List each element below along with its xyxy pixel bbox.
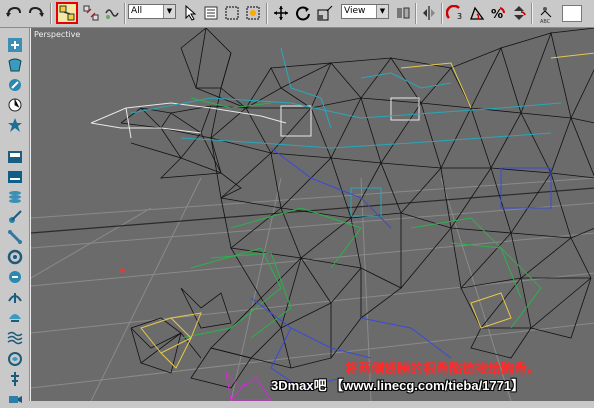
spacewarp-icon[interactable]: [5, 268, 25, 286]
selection-filter-dropdown[interactable]: All ▼: [128, 4, 176, 19]
selection-filter-value: All: [131, 6, 143, 16]
spinner-snap-icon[interactable]: [509, 3, 529, 23]
bone-chain: [90, 97, 420, 139]
render-icon[interactable]: [5, 208, 25, 226]
material-icon[interactable]: [5, 188, 25, 206]
chevron-down-icon: ▼: [376, 5, 388, 18]
pivot-icon[interactable]: [393, 3, 413, 23]
angle-snap-icon[interactable]: [467, 3, 487, 23]
light-icon[interactable]: [5, 370, 25, 388]
window-crossing-icon[interactable]: [243, 3, 263, 23]
snap-icon[interactable]: 3: [445, 3, 465, 23]
utilities-panel-icon[interactable]: [5, 148, 25, 166]
scale-icon[interactable]: [315, 3, 335, 23]
named-selection-field[interactable]: [562, 3, 582, 23]
abc-label: ABC: [540, 19, 551, 25]
particle-icon[interactable]: [5, 308, 25, 326]
redo-icon[interactable]: [26, 3, 46, 23]
select-and-link-icon[interactable]: [56, 2, 78, 24]
command-panel-tabs: [0, 28, 30, 403]
site-watermark: 3Dmax吧 【www.linecg.com/tieba/1771】: [271, 378, 525, 393]
percent-snap-icon[interactable]: %: [488, 3, 508, 23]
viewport-label[interactable]: Perspective: [34, 30, 80, 39]
svg-text:3: 3: [457, 12, 462, 21]
chevron-down-icon: ▼: [163, 5, 175, 18]
system-icon[interactable]: [5, 288, 25, 306]
perspective-viewport[interactable]: Perspective 将两侧翅膀的根骨骼链接给胸骨。 3Dmax吧 【www.…: [30, 28, 594, 401]
mirror-icon[interactable]: [419, 3, 439, 23]
foot-bones: [225, 371, 272, 401]
layers-icon[interactable]: [5, 168, 25, 186]
rotate-icon[interactable]: [293, 3, 313, 23]
create-panel-icon[interactable]: [5, 36, 25, 54]
coord-system-value: View: [344, 6, 366, 16]
move-icon[interactable]: [271, 3, 291, 23]
modify-panel-icon[interactable]: [5, 56, 25, 74]
unlink-icon[interactable]: [81, 3, 101, 23]
helper-icon[interactable]: [5, 248, 25, 266]
reactor-icon[interactable]: [5, 350, 25, 368]
pivot-marker: [119, 268, 125, 274]
display-panel-icon[interactable]: [5, 116, 25, 134]
motion-panel-icon[interactable]: [5, 96, 25, 114]
bone-icon[interactable]: [5, 228, 25, 246]
main-toolbar: All ▼ View ▼ 3 % ABC: [0, 0, 594, 28]
rect-selection-icon[interactable]: [222, 3, 242, 23]
wireframe-scene: [31, 28, 594, 401]
undo-icon[interactable]: [4, 3, 24, 23]
hierarchy-panel-icon[interactable]: [5, 76, 25, 94]
coord-system-dropdown[interactable]: View ▼: [341, 4, 389, 19]
camera-icon[interactable]: [5, 390, 25, 408]
dynamics-icon[interactable]: [5, 328, 25, 346]
select-by-name-icon[interactable]: [201, 3, 221, 23]
bind-to-space-warp-icon[interactable]: [102, 3, 122, 23]
select-object-icon[interactable]: [180, 3, 200, 23]
